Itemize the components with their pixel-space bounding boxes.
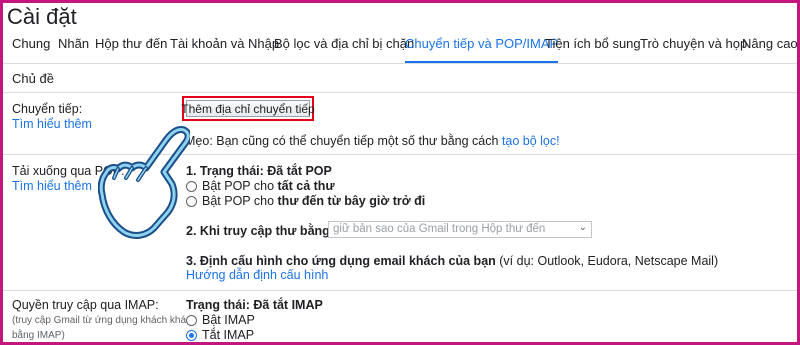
imap-enable-radio[interactable] bbox=[186, 315, 197, 326]
forwarding-learn-more-link[interactable]: Tìm hiểu thêm bbox=[12, 117, 92, 131]
pop-configure-bold: 3. Định cấu hình cho ứng dụng email khác… bbox=[186, 254, 496, 268]
tab-accounts[interactable]: Tài khoản và Nhập bbox=[170, 36, 279, 64]
imap-disable-radio[interactable] bbox=[186, 330, 197, 341]
tab-forwarding-pop-imap[interactable]: Chuyển tiếp và POP/IMAP bbox=[405, 36, 559, 64]
pop-action-select[interactable]: giữ bản sao của Gmail trong Hộp thư đến ⌄ bbox=[328, 221, 592, 238]
pop-all-mail-bold: tất cả thư bbox=[277, 179, 335, 193]
pop-action-value: giữ bản sao của Gmail trong Hộp thư đến bbox=[333, 223, 546, 235]
imap-enable-label[interactable]: Bật IMAP bbox=[202, 313, 255, 327]
pop-learn-more-link[interactable]: Tìm hiểu thêm bbox=[12, 179, 92, 193]
tabs-divider bbox=[0, 63, 800, 64]
imap-description-line-1: (truy cập Gmail từ ứng dụng khách khác bbox=[12, 315, 192, 326]
tab-filters[interactable]: Bộ lọc và địa chỉ bị chặn bbox=[274, 36, 414, 64]
page-title: Cài đặt bbox=[7, 4, 77, 29]
tab-inbox[interactable]: Hộp thư đến bbox=[95, 36, 167, 64]
pointing-hand-icon bbox=[98, 126, 190, 239]
configuration-instructions-link[interactable]: Hướng dẫn định cấu hình bbox=[186, 268, 328, 282]
pop-from-now-bold: thư đến từ bây giờ trở đi bbox=[277, 194, 426, 208]
imap-description-line-2: bằng IMAP) bbox=[12, 330, 65, 341]
tab-labels[interactable]: Nhãn bbox=[58, 36, 89, 64]
settings-tabs: Chung Nhãn Hộp thư đến Tài khoản và Nhập… bbox=[0, 36, 800, 64]
tab-chat-meet[interactable]: Trò chuyện và họp bbox=[640, 36, 747, 64]
section-divider bbox=[0, 290, 800, 291]
pop-configure-text: 3. Định cấu hình cho ứng dụng email khác… bbox=[186, 254, 718, 268]
forwarding-tip: Mẹo: Bạn cũng có thể chuyển tiếp một số … bbox=[185, 134, 560, 148]
create-filter-link[interactable]: tạo bộ lọc! bbox=[502, 134, 560, 148]
pop-all-mail-label[interactable]: Bật POP cho tất cả thư bbox=[202, 179, 335, 193]
imap-status: Trạng thái: Đã tắt IMAP bbox=[186, 298, 323, 312]
tab-addons[interactable]: Tiện ích bổ sung bbox=[545, 36, 641, 64]
add-forwarding-address-button[interactable]: Thêm địa chỉ chuyển tiếp bbox=[181, 100, 315, 117]
imap-disable-label[interactable]: Tắt IMAP bbox=[202, 328, 254, 342]
tab-themes[interactable]: Chủ đề bbox=[12, 71, 54, 86]
pop-from-now-prefix: Bật POP cho bbox=[202, 194, 278, 208]
forwarding-label: Chuyển tiếp: bbox=[12, 102, 83, 116]
section-divider bbox=[0, 92, 800, 93]
add-forwarding-address-highlight: Thêm địa chỉ chuyển tiếp bbox=[181, 96, 315, 121]
tab-general[interactable]: Chung bbox=[12, 36, 50, 64]
forwarding-tip-text: Mẹo: Bạn cũng có thể chuyển tiếp một số … bbox=[185, 134, 502, 148]
pop-all-mail-prefix: Bật POP cho bbox=[202, 179, 278, 193]
pop-status: 1. Trạng thái: Đã tắt POP bbox=[186, 164, 332, 178]
chevron-down-icon: ⌄ bbox=[578, 222, 587, 233]
pop-from-now-label[interactable]: Bật POP cho thư đến từ bây giờ trở đi bbox=[202, 194, 425, 208]
imap-label: Quyền truy cập qua IMAP: bbox=[12, 298, 159, 312]
tab-advanced[interactable]: Nâng cao bbox=[742, 36, 798, 64]
pop-configure-rest: (ví dụ: Outlook, Eudora, Netscape Mail) bbox=[495, 254, 719, 268]
